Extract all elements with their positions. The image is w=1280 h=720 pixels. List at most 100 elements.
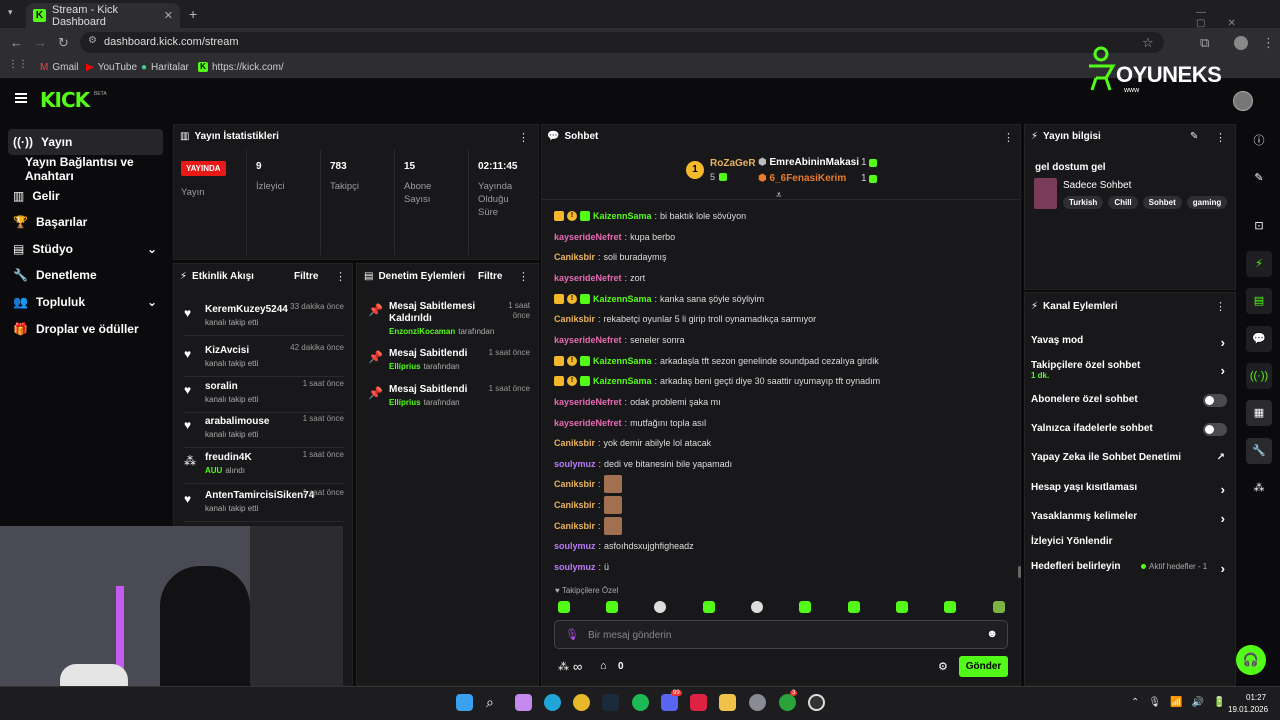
kick-logo[interactable]: KICK xyxy=(40,88,90,112)
stats-menu-icon[interactable]: ⋮ xyxy=(518,131,529,144)
channel-action[interactable]: Yalnızca ifadelerle sohbet xyxy=(1031,423,1227,437)
chat-username[interactable]: Caniksbir xyxy=(554,479,595,489)
chat-username[interactable]: kayserideNefret xyxy=(554,335,622,345)
sidebar-item-stream-key[interactable]: Yayın Bağlantısı ve Anahtarı xyxy=(20,155,170,183)
support-button[interactable]: 🎧 xyxy=(1236,645,1266,675)
bookmark-gmail[interactable]: M Gmail xyxy=(40,60,78,74)
chat-username[interactable]: KaizennSama xyxy=(593,294,652,304)
browser-tab[interactable]: K Stream - Kick Dashboard ✕ xyxy=(26,3,180,28)
tag[interactable]: Chill xyxy=(1108,196,1138,209)
chat-username[interactable]: Caniksbir xyxy=(554,521,595,531)
document-icon[interactable]: ▤ xyxy=(1246,288,1272,314)
bookmark-star-icon[interactable]: ☆ xyxy=(1142,35,1154,51)
site-info-icon[interactable]: ⚙ xyxy=(88,35,97,46)
chat-message[interactable]: soulymuz: asfoıhdsxujghfigheadz xyxy=(554,539,694,553)
close-tab-icon[interactable]: ✕ xyxy=(164,9,173,22)
emote-icon[interactable] xyxy=(896,601,908,613)
activity-event[interactable]: ⁂ freudin4K AUU alındı 1 saat önce xyxy=(184,450,344,484)
toggle-switch[interactable] xyxy=(1203,394,1227,407)
sidebar-item-moderation[interactable]: 🔧 Denetleme xyxy=(8,262,163,288)
address-bar[interactable]: dashboard.kick.com/stream xyxy=(80,32,1164,53)
chat-username[interactable]: KaizennSama xyxy=(593,376,652,386)
tag[interactable]: Sohbet xyxy=(1142,196,1182,209)
chat-bubble-icon[interactable]: 💬 xyxy=(1246,326,1272,352)
bolt-icon[interactable]: ⚡ xyxy=(1246,251,1272,277)
browser-menu-icon[interactable]: ⋮ xyxy=(1262,35,1275,51)
chat-username[interactable]: soulymuz xyxy=(554,562,596,572)
chat-message[interactable]: Caniksbir: xyxy=(554,516,622,535)
discord-icon[interactable] xyxy=(661,694,678,711)
chat-username[interactable]: kayserideNefret xyxy=(554,418,622,428)
chat-message[interactable]: ! KaizennSama: kanka sana şöyle söyliyim xyxy=(554,292,764,306)
chat-username[interactable]: kayserideNefret xyxy=(554,273,622,283)
event-username[interactable]: KeremKuzey5244 xyxy=(205,304,288,315)
layout-icon[interactable]: ▦ xyxy=(1246,400,1272,426)
store-icon[interactable]: ⌂ xyxy=(600,660,607,672)
modlog-username[interactable]: EnzonziKocaman xyxy=(389,327,455,336)
emote-icon[interactable] xyxy=(606,601,618,613)
activity-filter-button[interactable]: Filtre xyxy=(294,271,318,282)
new-tab-button[interactable]: + xyxy=(189,6,197,22)
emote-icon[interactable] xyxy=(799,601,811,613)
chat-username[interactable]: KaizennSama xyxy=(593,211,652,221)
channel-action[interactable]: Hedefleri belirleyin Aktif hedefler - 1 › xyxy=(1031,561,1227,576)
event-username[interactable]: freudin4K xyxy=(205,452,252,463)
chat-username[interactable]: kayserideNefret xyxy=(554,397,622,407)
forward-icon[interactable]: → xyxy=(34,35,47,50)
chat-settings-icon[interactable]: ⚙ xyxy=(938,660,948,673)
tab-list-button[interactable]: ▾ xyxy=(8,7,13,18)
activity-event[interactable]: ♥ KizAvcisi kanalı takip etti 42 dakika önc… xyxy=(184,343,344,377)
activity-event[interactable]: ♥ arabalimouse kanalı takip etti 1 saat önc… xyxy=(184,414,344,448)
emote-icon[interactable] xyxy=(751,601,763,613)
chat-scrollbar[interactable] xyxy=(1018,566,1021,578)
edit-icon[interactable]: ✎ xyxy=(1246,165,1272,191)
reload-icon[interactable]: ↻ xyxy=(58,35,69,51)
window-controls[interactable]: —▢✕ xyxy=(1196,7,1280,29)
info-menu-icon[interactable]: ⋮ xyxy=(1215,131,1226,144)
channel-action[interactable]: Yasaklanmış kelimeler › xyxy=(1031,511,1227,526)
chat-username[interactable]: Caniksbir xyxy=(554,438,595,448)
capture-icon[interactable]: ⊡ xyxy=(1246,213,1272,239)
top-gifter-second[interactable]: ⬢ EmreAbininMakasi 1 xyxy=(758,157,880,171)
chat-message[interactable]: Caniksbir: xyxy=(554,475,622,494)
bookmark-youtube[interactable]: ▶ YouTube xyxy=(86,60,137,74)
chat-message[interactable]: kayserideNefret: seneler sonra xyxy=(554,333,685,347)
chat-message[interactable]: kayserideNefret: kupa berbo xyxy=(554,230,675,244)
emote-icon[interactable] xyxy=(654,601,666,613)
emote-icon[interactable] xyxy=(558,601,570,613)
chat-message[interactable]: ! KaizennSama: arkadaşla tft sezon genelin… xyxy=(554,354,879,368)
tag[interactable]: gaming xyxy=(1186,196,1228,209)
send-button[interactable]: Gönder xyxy=(959,656,1008,677)
channel-action[interactable]: Abonelere özel sohbet xyxy=(1031,394,1227,408)
activity-event[interactable]: ♥ soralin kanalı takip etti 1 saat önce xyxy=(184,379,344,413)
community-icon[interactable]: ⁂ xyxy=(1246,475,1272,501)
bookmark-kick[interactable]: Khttps://kick.com/ xyxy=(198,60,284,74)
search-icon[interactable]: ⌕ xyxy=(486,694,503,711)
edge-icon[interactable] xyxy=(544,694,561,711)
chat-message[interactable]: Caniksbir: rekabetçi oyunlar 5 li girip t… xyxy=(554,312,816,326)
modlog-username[interactable]: Ellíprius xyxy=(389,398,421,407)
channel-action[interactable]: Yapay Zeka ile Sohbet Denetimi ↗ xyxy=(1031,452,1227,466)
modlog-entry[interactable]: 📌 Mesaj Sabitlendi Ellíprius tarafından 1 sa… xyxy=(368,384,530,414)
sidebar-item-drops[interactable]: 🎁 Droplar ve ödüller xyxy=(8,316,163,342)
edit-info-icon[interactable]: ✎ xyxy=(1190,131,1198,142)
tray-icons[interactable]: ⌃🎙📶🔊🔋 xyxy=(1131,697,1234,708)
category-name[interactable]: Sadece Sohbet xyxy=(1063,180,1131,191)
channel-action[interactable]: Yavaş mod › xyxy=(1031,335,1227,350)
top-gifter-first[interactable]: 1 RoZaGeR 5 xyxy=(686,158,756,184)
sidebar-item-studio[interactable]: ▤ Stüdyo ⌄ xyxy=(8,236,163,262)
event-username[interactable]: KizAvcisi xyxy=(205,345,249,356)
chat-message[interactable]: kayserideNefret: mutfağını topla asıl xyxy=(554,416,706,430)
chrome-icon[interactable] xyxy=(573,694,590,711)
chat-menu-icon[interactable]: ⋮ xyxy=(1003,131,1014,144)
settings-icon[interactable] xyxy=(749,694,766,711)
activity-event[interactable]: ♥ AntenTamircisiSiken74 kanalı takip etti 1… xyxy=(184,488,344,522)
points-icon[interactable]: ⁂ xyxy=(558,660,569,673)
broadcast-icon[interactable]: ((·)) xyxy=(1246,363,1272,389)
start-icon[interactable] xyxy=(456,694,473,711)
copilot-icon[interactable] xyxy=(515,694,532,711)
chat-username[interactable]: Caniksbir xyxy=(554,314,595,324)
xbox-icon[interactable] xyxy=(779,694,796,711)
wrench-icon[interactable]: 🔧 xyxy=(1246,438,1272,464)
chat-message[interactable]: Caniksbir: yok demir abilyle lol atacak xyxy=(554,436,711,450)
